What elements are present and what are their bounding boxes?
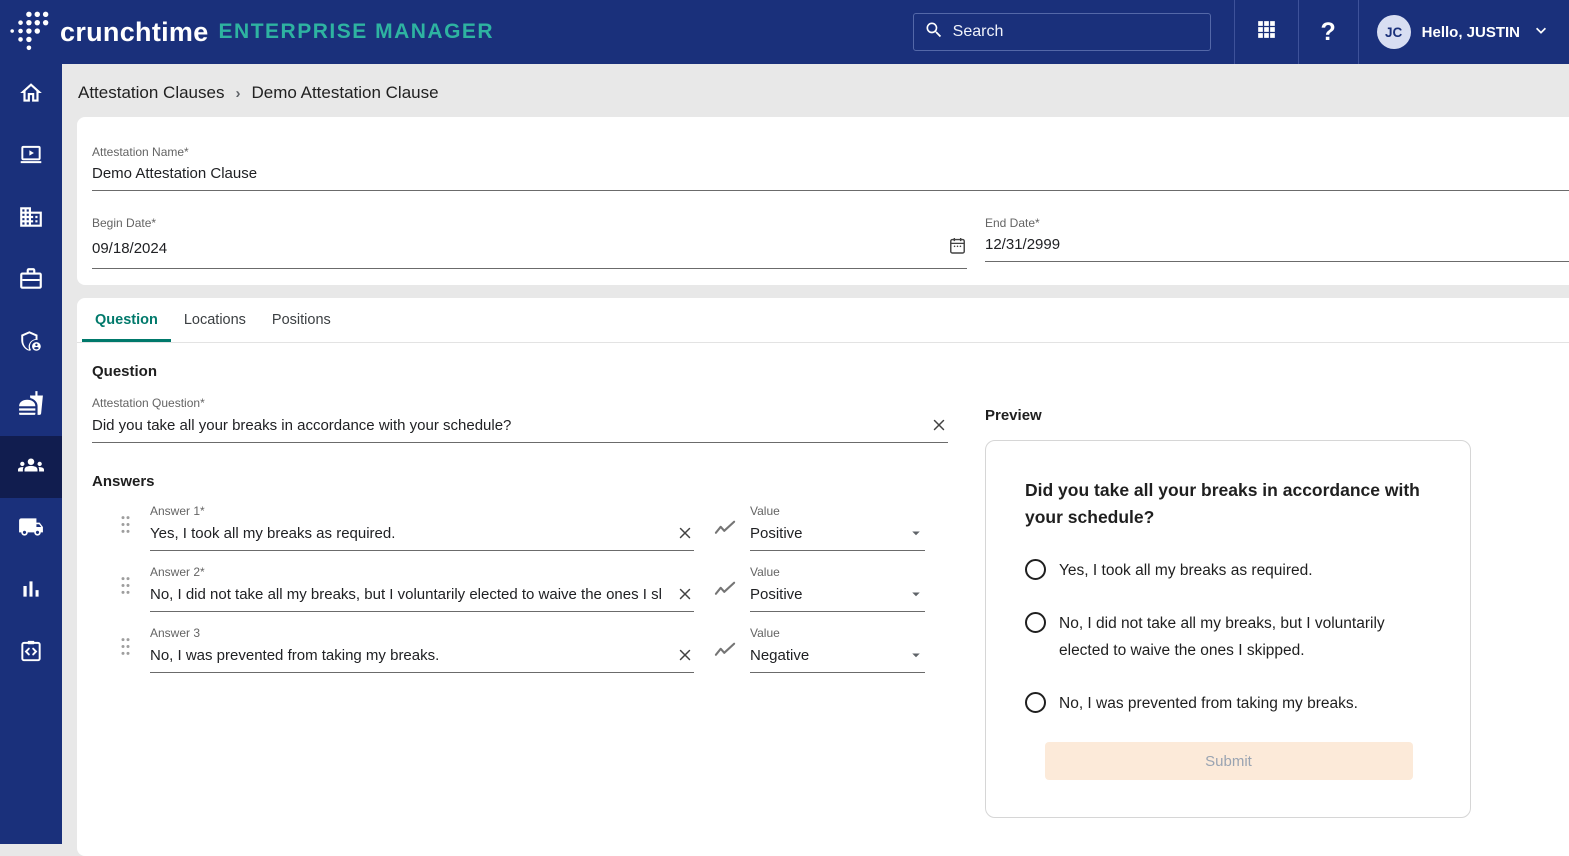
main-content: Attestation Clauses › Demo Attestation C… bbox=[62, 64, 1569, 856]
radio-button[interactable] bbox=[1025, 559, 1046, 580]
begin-date-label: Begin Date* bbox=[92, 216, 157, 230]
attestation-question-value[interactable]: Did you take all your breaks in accordan… bbox=[92, 417, 930, 434]
food-service-icon bbox=[18, 390, 44, 421]
attestation-name-value[interactable]: Demo Attestation Clause bbox=[92, 165, 1569, 182]
apps-menu-button[interactable] bbox=[1233, 0, 1298, 64]
sidebar-item-security[interactable] bbox=[0, 312, 62, 374]
preview-option-2: No, I did not take all my breaks, but I … bbox=[1025, 610, 1432, 664]
attestation-name-label: Attestation Name* bbox=[92, 145, 189, 159]
answer-2-value-option[interactable]: Positive bbox=[750, 586, 907, 603]
answer-1-field[interactable]: Answer 1* Yes, I took all my breaks as r… bbox=[150, 504, 694, 551]
answer-1-value-option[interactable]: Positive bbox=[750, 525, 907, 542]
training-laptop-icon bbox=[18, 142, 44, 173]
preview-option-3: No, I was prevented from taking my break… bbox=[1025, 690, 1432, 717]
preview-card: Did you take all your breaks in accordan… bbox=[985, 440, 1471, 818]
trending-value-icon bbox=[714, 578, 737, 603]
trending-value-icon bbox=[714, 517, 737, 542]
attestation-question-label: Attestation Question* bbox=[92, 396, 205, 410]
answer-3-value[interactable]: No, I was prevented from taking my break… bbox=[150, 647, 676, 664]
security-shield-user-icon bbox=[18, 328, 44, 359]
search-input[interactable] bbox=[952, 23, 1200, 41]
delivery-truck-icon bbox=[18, 514, 44, 545]
preview-question: Did you take all your breaks in accordan… bbox=[1025, 480, 1420, 527]
global-search[interactable] bbox=[912, 13, 1211, 51]
attestation-question-field[interactable]: Attestation Question* Did you take all y… bbox=[92, 396, 948, 443]
user-greeting: Hello, JUSTIN bbox=[1421, 23, 1520, 41]
question-section-heading: Question bbox=[92, 363, 158, 380]
clear-answer-2-icon[interactable] bbox=[676, 585, 694, 603]
answer-2-field[interactable]: Answer 2* No, I did not take all my brea… bbox=[150, 565, 694, 612]
answer-1-value-select[interactable]: Value Positive bbox=[750, 504, 925, 551]
sidebar-item-home[interactable] bbox=[0, 64, 62, 126]
drag-handle-icon[interactable] bbox=[118, 574, 133, 602]
avatar: JC bbox=[1376, 15, 1411, 49]
radio-button[interactable] bbox=[1025, 692, 1046, 713]
chevron-down-icon bbox=[1531, 20, 1551, 45]
attestation-details-card: Attestation Name* Demo Attestation Claus… bbox=[77, 117, 1569, 285]
calendar-icon[interactable] bbox=[948, 236, 967, 260]
breadcrumb: Attestation Clauses › Demo Attestation C… bbox=[62, 64, 1569, 103]
answer-2-value[interactable]: No, I did not take all my breaks, but I … bbox=[150, 586, 676, 603]
question-card: Question Locations Positions Question At… bbox=[77, 298, 1569, 856]
breadcrumb-attestation-clauses[interactable]: Attestation Clauses bbox=[78, 83, 224, 103]
home-icon bbox=[18, 80, 44, 111]
dropdown-caret-icon[interactable] bbox=[907, 646, 925, 664]
clear-answer-3-icon[interactable] bbox=[676, 646, 694, 664]
brand: crunchtime ENTERPRISE MANAGER bbox=[0, 7, 494, 58]
breadcrumb-separator: › bbox=[235, 84, 241, 102]
labor-people-icon bbox=[18, 452, 44, 483]
locations-building-icon bbox=[18, 204, 44, 235]
trending-value-icon bbox=[714, 639, 737, 664]
sidebar-item-locations[interactable] bbox=[0, 188, 62, 250]
sidebar-item-reports[interactable] bbox=[0, 560, 62, 622]
tab-bar: Question Locations Positions bbox=[77, 298, 1569, 343]
clear-answer-1-icon[interactable] bbox=[676, 524, 694, 542]
tab-positions[interactable]: Positions bbox=[259, 298, 344, 342]
navbar-right: ? JC Hello, JUSTIN bbox=[912, 0, 1569, 64]
answer-3-value-option[interactable]: Negative bbox=[750, 647, 907, 664]
radio-button[interactable] bbox=[1025, 612, 1046, 633]
begin-date-value[interactable]: 09/18/2024 bbox=[92, 240, 948, 257]
user-menu[interactable]: JC Hello, JUSTIN bbox=[1357, 0, 1569, 64]
drag-handle-icon[interactable] bbox=[118, 513, 133, 541]
apps-grid-icon bbox=[1254, 17, 1279, 47]
answer-3-field[interactable]: Answer 3 No, I was prevented from taking… bbox=[150, 626, 694, 673]
sidebar-item-labor[interactable] bbox=[0, 436, 62, 498]
sidebar-item-training[interactable] bbox=[0, 126, 62, 188]
dropdown-caret-icon[interactable] bbox=[907, 524, 925, 542]
attestation-name-field[interactable]: Attestation Name* Demo Attestation Claus… bbox=[92, 145, 1569, 191]
tab-locations[interactable]: Locations bbox=[171, 298, 259, 342]
answer-1-value[interactable]: Yes, I took all my breaks as required. bbox=[150, 525, 676, 542]
integrations-clipboard-code-icon bbox=[18, 638, 44, 669]
preview-heading: Preview bbox=[985, 407, 1042, 424]
help-icon: ? bbox=[1320, 17, 1336, 46]
help-button[interactable]: ? bbox=[1297, 0, 1358, 64]
sidebar-nav bbox=[0, 64, 62, 844]
end-date-field[interactable]: End Date* 12/31/2999 bbox=[985, 216, 1569, 269]
brand-name: crunchtime bbox=[60, 16, 209, 47]
begin-date-field[interactable]: Begin Date* 09/18/2024 bbox=[92, 216, 967, 269]
toolbox-icon bbox=[18, 266, 44, 297]
search-icon bbox=[924, 20, 944, 45]
dropdown-caret-icon[interactable] bbox=[907, 585, 925, 603]
answer-3-value-select[interactable]: Value Negative bbox=[750, 626, 925, 673]
sidebar-item-toolbox[interactable] bbox=[0, 250, 62, 312]
submit-button[interactable]: Submit bbox=[1044, 742, 1413, 780]
preview-option-1: Yes, I took all my breaks as required. bbox=[1025, 557, 1432, 584]
sidebar-item-integrations[interactable] bbox=[0, 622, 62, 684]
drag-handle-icon[interactable] bbox=[118, 635, 133, 663]
tab-question[interactable]: Question bbox=[82, 298, 171, 342]
breadcrumb-current: Demo Attestation Clause bbox=[251, 83, 439, 102]
top-navbar: crunchtime ENTERPRISE MANAGER ? JC Hello… bbox=[0, 0, 1569, 64]
answer-2-value-select[interactable]: Value Positive bbox=[750, 565, 925, 612]
sidebar-item-delivery[interactable] bbox=[0, 498, 62, 560]
end-date-label: End Date* bbox=[985, 216, 1040, 230]
reports-bar-chart-icon bbox=[18, 576, 44, 607]
brand-suffix: ENTERPRISE MANAGER bbox=[218, 20, 495, 43]
sidebar-item-food[interactable] bbox=[0, 374, 62, 436]
crunchtime-logo-icon bbox=[8, 7, 54, 58]
end-date-value[interactable]: 12/31/2999 bbox=[985, 236, 1569, 253]
clear-question-icon[interactable] bbox=[930, 416, 948, 434]
preview-panel: Preview Did you take all your breaks in … bbox=[985, 407, 1471, 818]
